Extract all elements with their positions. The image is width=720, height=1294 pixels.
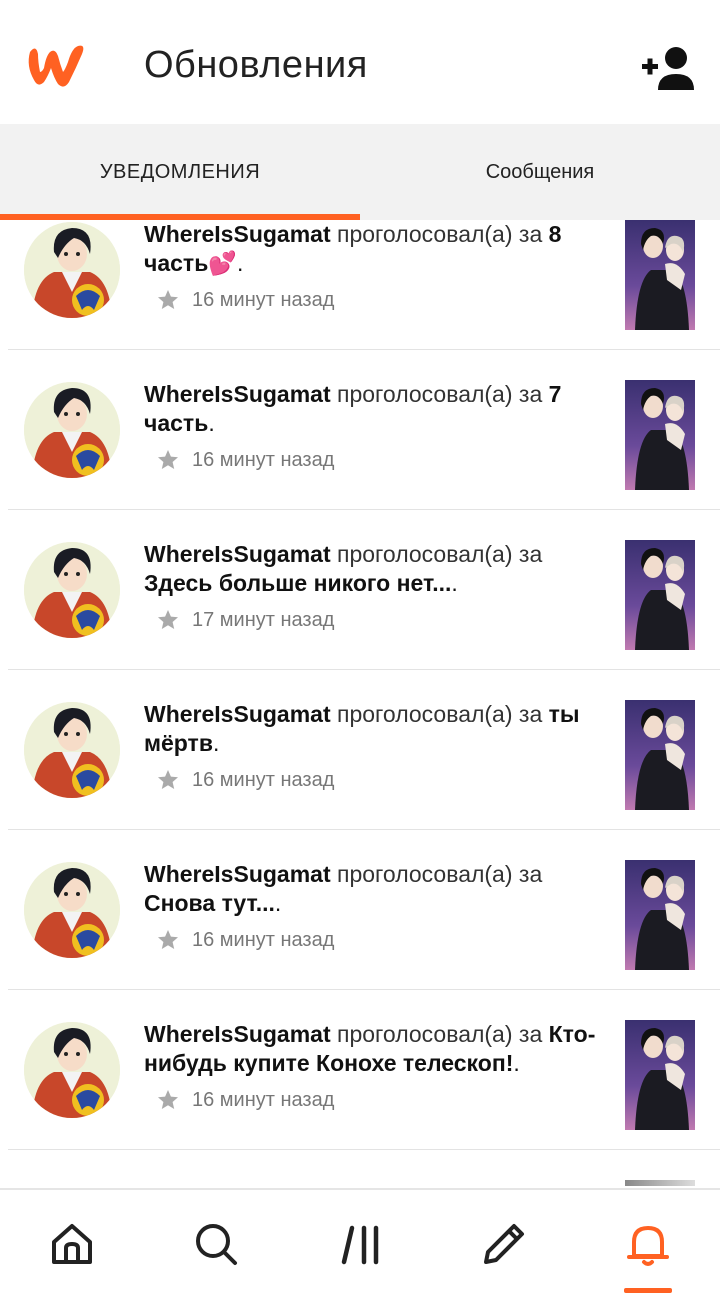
search-icon[interactable] bbox=[192, 1220, 240, 1268]
write-icon[interactable] bbox=[480, 1220, 528, 1268]
story-cover-thumbnail[interactable] bbox=[625, 1180, 695, 1186]
user-avatar[interactable] bbox=[24, 542, 120, 638]
notification-text: WhereIsSugamat проголосовал(а) за 8 част… bbox=[144, 220, 606, 278]
notification-item-4[interactable]: WhereIsSugamat проголосовал(а) за ты мёр… bbox=[0, 670, 720, 830]
action-text: проголосовал(а) за bbox=[337, 861, 543, 887]
notification-item-2[interactable]: WhereIsSugamat проголосовал(а) за 7 част… bbox=[0, 350, 720, 510]
timestamp: 16 минут назад bbox=[192, 288, 335, 311]
notification-text: WhereIsSugamat проголосовал(а) за Снова … bbox=[144, 860, 606, 918]
text-suffix: . bbox=[208, 410, 215, 436]
tab-notifications[interactable]: УВЕДОМЛЕНИЯ bbox=[0, 124, 360, 220]
active-tab-indicator bbox=[0, 214, 360, 220]
bottom-navigation bbox=[0, 1188, 720, 1294]
story-cover-thumbnail[interactable] bbox=[625, 380, 695, 490]
star-icon bbox=[158, 450, 178, 469]
notification-item-5[interactable]: WhereIsSugamat проголосовал(а) за Снова … bbox=[0, 830, 720, 990]
text-suffix: . bbox=[513, 1050, 520, 1076]
active-nav-indicator bbox=[624, 1288, 672, 1293]
notification-text: WhereIsSugamat проголосовал(а) за 7 част… bbox=[144, 380, 606, 438]
story-cover-thumbnail[interactable] bbox=[625, 220, 695, 330]
page-title: Обновления bbox=[144, 44, 368, 86]
notification-text: WhereIsSugamat проголосовал(а) за Кто-ни… bbox=[144, 1020, 606, 1078]
notification-meta: 17 минут назад bbox=[156, 608, 334, 632]
timestamp: 16 минут назад bbox=[192, 928, 335, 951]
username-link[interactable]: WhereIsSugamat bbox=[144, 701, 331, 727]
user-avatar[interactable] bbox=[24, 382, 120, 478]
notification-meta: 16 минут назад bbox=[156, 1088, 334, 1112]
user-avatar[interactable] bbox=[24, 862, 120, 958]
notification-text: WhereIsSugamat проголосовал(а) за ты мёр… bbox=[144, 700, 606, 758]
username-link[interactable]: WhereIsSugamat bbox=[144, 221, 331, 247]
action-text: проголосовал(а) за bbox=[337, 381, 543, 407]
text-suffix: . bbox=[212, 730, 220, 756]
story-part-link[interactable]: Здесь больше никого нет... bbox=[144, 570, 451, 596]
story-cover-thumbnail[interactable] bbox=[625, 1020, 695, 1130]
timestamp: 16 минут назад bbox=[192, 448, 335, 471]
tab-messages-label: Сообщения bbox=[485, 160, 595, 183]
timestamp: 16 минут назад bbox=[192, 1088, 335, 1111]
star-icon bbox=[158, 770, 178, 789]
notification-meta: 16 минут назад bbox=[156, 288, 334, 312]
notification-meta: 16 минут назад bbox=[156, 448, 334, 472]
story-part-link[interactable]: Снова тут... bbox=[144, 890, 275, 916]
user-avatar[interactable] bbox=[24, 1022, 120, 1118]
tab-notifications-label: УВЕДОМЛЕНИЯ bbox=[99, 160, 261, 183]
star-icon bbox=[158, 610, 178, 629]
wattpad-logo-icon[interactable] bbox=[24, 42, 88, 90]
notification-item-3[interactable]: WhereIsSugamat проголосовал(а) за Здесь … bbox=[0, 510, 720, 670]
user-avatar[interactable] bbox=[24, 222, 120, 318]
story-cover-thumbnail[interactable] bbox=[625, 540, 695, 650]
user-avatar[interactable] bbox=[24, 702, 120, 798]
text-suffix: . bbox=[451, 570, 458, 596]
star-icon bbox=[158, 290, 178, 309]
notification-list: WhereIsSugamat проголосовал(а) за 8 част… bbox=[0, 190, 720, 1294]
timestamp: 17 минут назад bbox=[192, 608, 335, 631]
bell-icon[interactable] bbox=[624, 1220, 672, 1268]
action-text: проголосовал(а) за bbox=[337, 541, 543, 567]
home-icon[interactable] bbox=[48, 1220, 96, 1268]
username-link[interactable]: WhereIsSugamat bbox=[144, 381, 331, 407]
tab-messages[interactable]: Сообщения bbox=[360, 124, 720, 220]
username-link[interactable]: WhereIsSugamat bbox=[144, 541, 331, 567]
action-text: проголосовал(а) за bbox=[337, 1021, 543, 1047]
story-cover-thumbnail[interactable] bbox=[625, 700, 695, 810]
notification-text: WhereIsSugamat проголосовал(а) за Здесь … bbox=[144, 540, 606, 598]
add-user-icon[interactable] bbox=[640, 44, 698, 92]
username-link[interactable]: WhereIsSugamat bbox=[144, 861, 331, 887]
text-suffix: . bbox=[236, 250, 244, 276]
star-icon bbox=[158, 1090, 178, 1109]
notification-item-6[interactable]: WhereIsSugamat проголосовал(а) за Кто-ни… bbox=[0, 990, 720, 1150]
story-cover-thumbnail[interactable] bbox=[625, 860, 695, 970]
tab-bar: УВЕДОМЛЕНИЯ Сообщения bbox=[0, 124, 720, 220]
notification-meta: 16 минут назад bbox=[156, 928, 334, 952]
app-header: Обновления bbox=[0, 0, 720, 124]
timestamp: 16 минут назад bbox=[192, 768, 335, 791]
text-suffix: . bbox=[274, 890, 282, 916]
username-link[interactable]: WhereIsSugamat bbox=[144, 1021, 331, 1047]
action-text: проголосовал(а) за bbox=[337, 701, 543, 727]
notification-meta: 16 минут назад bbox=[156, 768, 334, 792]
star-icon bbox=[158, 930, 178, 949]
library-icon[interactable] bbox=[338, 1220, 386, 1268]
app-root: WhereIsSugamat проголосовал(а) за 8 част… bbox=[0, 0, 720, 1294]
action-text: проголосовал(а) за bbox=[337, 221, 543, 247]
